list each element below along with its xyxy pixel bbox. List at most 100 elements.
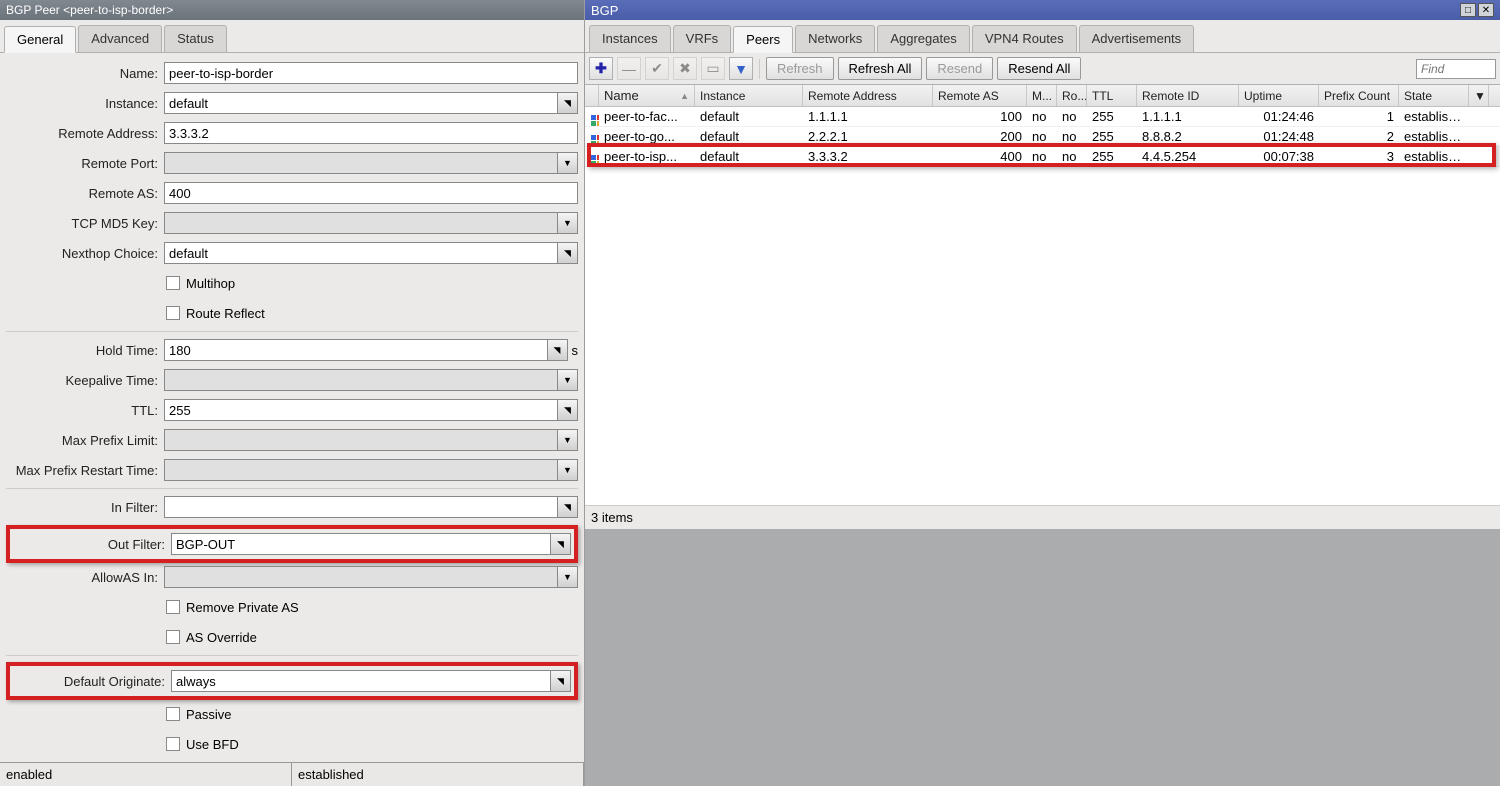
th-instance[interactable]: Instance [695,85,803,106]
tcp-md5-expand-icon[interactable]: ▼ [558,212,578,234]
label-max-prefix-restart: Max Prefix Restart Time: [6,463,164,478]
th-remote-address[interactable]: Remote Address [803,85,933,106]
find-input[interactable] [1416,59,1496,79]
status-bar: enabled established [0,762,584,786]
th-remote-as[interactable]: Remote AS [933,85,1027,106]
tab-vrfs[interactable]: VRFs [673,25,732,52]
max-prefix-restart-input[interactable] [164,459,558,481]
table-row[interactable]: peer-to-fac...default1.1.1.1100nono2551.… [585,107,1500,127]
th-prefix-count[interactable]: Prefix Count [1319,85,1399,106]
allowas-input[interactable] [164,566,558,588]
tab-aggregates[interactable]: Aggregates [877,25,970,52]
route-reflect-checkbox[interactable] [166,306,180,320]
as-override-checkbox[interactable] [166,630,180,644]
remove-button[interactable]: — [617,57,641,80]
tab-instances[interactable]: Instances [589,25,671,52]
bgp-title: BGP □ ✕ [585,0,1500,20]
peer-icon [590,134,599,146]
th-route-reflect[interactable]: Ro... [1057,85,1087,106]
highlight-out-filter: Out Filter:◥ [6,525,578,563]
label-remote-as: Remote AS: [6,186,164,201]
bgp-peer-dialog: BGP Peer <peer-to-isp-border> General Ad… [0,0,585,786]
ttl-input[interactable] [164,399,558,421]
nexthop-input[interactable] [164,242,558,264]
max-prefix-input[interactable] [164,429,558,451]
tab-advanced[interactable]: Advanced [78,25,162,52]
unit-s: s [572,343,579,358]
disable-button[interactable]: ✖ [673,57,697,80]
resend-button[interactable]: Resend [926,57,993,80]
hold-time-dropdown-icon[interactable]: ◥ [548,339,568,361]
label-keepalive: Keepalive Time: [6,373,164,388]
in-filter-dropdown-icon[interactable]: ◥ [558,496,578,518]
items-status: 3 items [585,505,1500,529]
default-orig-dropdown-icon[interactable]: ◥ [551,670,571,692]
table-row[interactable]: peer-to-go...default2.2.2.1200nono2558.8… [585,127,1500,147]
default-orig-input[interactable] [171,670,551,692]
instance-input[interactable] [164,92,558,114]
bgp-title-text: BGP [591,3,618,18]
max-prefix-expand-icon[interactable]: ▼ [558,429,578,451]
bgp-window: BGP □ ✕ Instances VRFs Peers Networks Ag… [585,0,1500,786]
multihop-checkbox[interactable] [166,276,180,290]
remote-as-input[interactable] [164,182,578,204]
minimize-button[interactable]: □ [1460,3,1476,17]
enable-button[interactable]: ✔ [645,57,669,80]
allowas-expand-icon[interactable]: ▼ [558,566,578,588]
resend-all-button[interactable]: Resend All [997,57,1081,80]
hold-time-input[interactable] [164,339,548,361]
keepalive-input[interactable] [164,369,558,391]
out-filter-dropdown-icon[interactable]: ◥ [551,533,571,555]
form-area: Name: Instance:◥ Remote Address: Remote … [0,53,584,762]
nexthop-dropdown-icon[interactable]: ◥ [558,242,578,264]
close-button[interactable]: ✕ [1478,3,1494,17]
tcp-md5-input[interactable] [164,212,558,234]
toolbar: ✚ — ✔ ✖ ▭ ▼ Refresh Refresh All Resend R… [585,53,1500,85]
use-bfd-label: Use BFD [186,737,239,752]
tab-status[interactable]: Status [164,25,227,52]
tab-general[interactable]: General [4,26,76,53]
th-name[interactable]: Name▲ [599,85,695,106]
max-prefix-restart-expand-icon[interactable]: ▼ [558,459,578,481]
remote-port-input[interactable] [164,152,558,174]
passive-label: Passive [186,707,232,722]
label-hold-time: Hold Time: [6,343,164,358]
th-remote-id[interactable]: Remote ID [1137,85,1239,106]
peer-icon [590,114,599,126]
status-enabled: enabled [0,763,292,786]
th-ttl[interactable]: TTL [1087,85,1137,106]
name-input[interactable] [164,62,578,84]
th-multihop[interactable]: M... [1027,85,1057,106]
ttl-dropdown-icon[interactable]: ◥ [558,399,578,421]
status-established: established [292,763,584,786]
use-bfd-checkbox[interactable] [166,737,180,751]
refresh-button[interactable]: Refresh [766,57,834,80]
table-row[interactable]: peer-to-isp...default3.3.3.2400nono2554.… [585,147,1500,167]
multihop-label: Multihop [186,276,235,291]
tab-advertisements[interactable]: Advertisements [1079,25,1195,52]
tab-peers[interactable]: Peers [733,26,793,53]
th-state[interactable]: State [1399,85,1469,106]
remove-private-checkbox[interactable] [166,600,180,614]
table-header: Name▲ Instance Remote Address Remote AS … [585,85,1500,107]
highlight-default-originate: Default Originate: ◥ [6,662,578,700]
remote-address-input[interactable] [164,122,578,144]
add-button[interactable]: ✚ [589,57,613,80]
in-filter-input[interactable] [164,496,558,518]
filter-icon[interactable]: ▼ [729,57,753,80]
peers-table: Name▲ Instance Remote Address Remote AS … [585,85,1500,505]
th-menu-icon[interactable]: ▼ [1469,85,1489,106]
refresh-all-button[interactable]: Refresh All [838,57,923,80]
instance-dropdown-icon[interactable]: ◥ [558,92,578,114]
out-filter-input[interactable] [171,533,551,555]
passive-checkbox[interactable] [166,707,180,721]
tab-networks[interactable]: Networks [795,25,875,52]
tab-vpn4[interactable]: VPN4 Routes [972,25,1077,52]
label-tcp-md5: TCP MD5 Key: [6,216,164,231]
th-uptime[interactable]: Uptime [1239,85,1319,106]
label-max-prefix: Max Prefix Limit: [6,433,164,448]
remote-port-expand-icon[interactable]: ▼ [558,152,578,174]
keepalive-expand-icon[interactable]: ▼ [558,369,578,391]
comment-button[interactable]: ▭ [701,57,725,80]
label-default-orig: Default Originate: [13,674,171,689]
